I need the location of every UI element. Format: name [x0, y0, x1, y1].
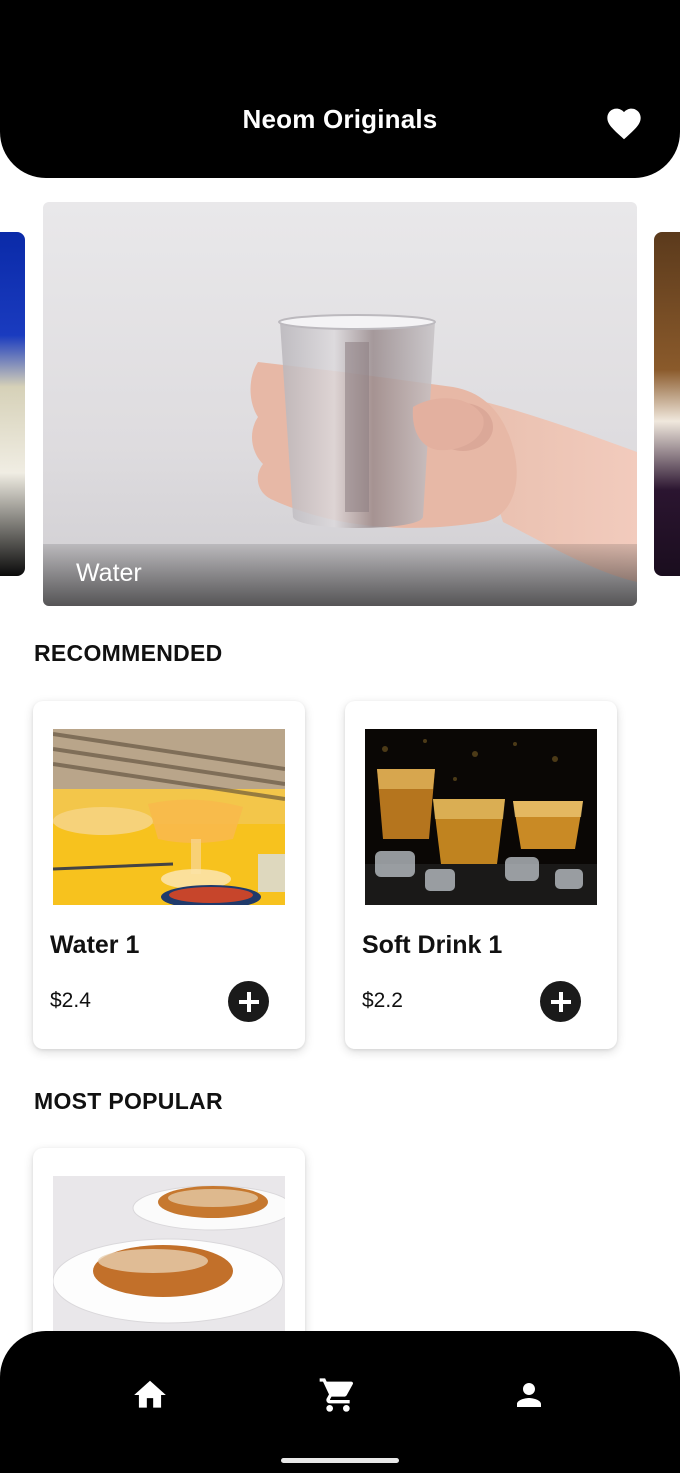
most-popular-section-title: MOST POPULAR [34, 1088, 223, 1114]
favorites-button[interactable] [604, 103, 644, 141]
whiskey-glasses-image [365, 729, 597, 905]
nav-profile[interactable] [505, 1371, 553, 1419]
carousel-next-slide[interactable] [654, 232, 680, 576]
home-icon [134, 1380, 166, 1408]
cart-icon [319, 1378, 354, 1412]
product-name: Water 1 [50, 931, 140, 959]
nav-cart[interactable] [314, 1371, 362, 1419]
carousel-slide-water[interactable]: Water [43, 202, 637, 606]
recommended-section-title: RECOMMENDED [34, 640, 223, 666]
product-image [53, 1176, 285, 1352]
add-to-cart-button[interactable] [540, 981, 581, 1022]
product-image [53, 729, 285, 905]
product-card-soft-drink-1[interactable]: Soft Drink 1 $2.2 [345, 701, 617, 1049]
croissant-image [53, 1176, 285, 1352]
carousel-previous-slide[interactable] [0, 232, 25, 576]
slide-caption: Water [76, 559, 142, 587]
app-header: Neom Originals [0, 0, 680, 178]
product-price: $2.4 [50, 989, 91, 1012]
product-name: Soft Drink 1 [362, 931, 503, 959]
product-card-water-1[interactable]: Water 1 $2.4 [33, 701, 305, 1049]
yellow-drink-image [53, 729, 285, 905]
featured-carousel[interactable]: Water [0, 200, 680, 608]
add-to-cart-button[interactable] [228, 981, 269, 1022]
profile-icon [517, 1383, 541, 1407]
product-image [365, 729, 597, 905]
heart-icon [607, 108, 641, 140]
system-home-indicator[interactable] [281, 1458, 399, 1463]
nav-home[interactable] [126, 1371, 174, 1419]
bottom-navigation [0, 1331, 680, 1473]
page-title: Neom Originals [242, 104, 438, 134]
product-price: $2.2 [362, 989, 403, 1012]
